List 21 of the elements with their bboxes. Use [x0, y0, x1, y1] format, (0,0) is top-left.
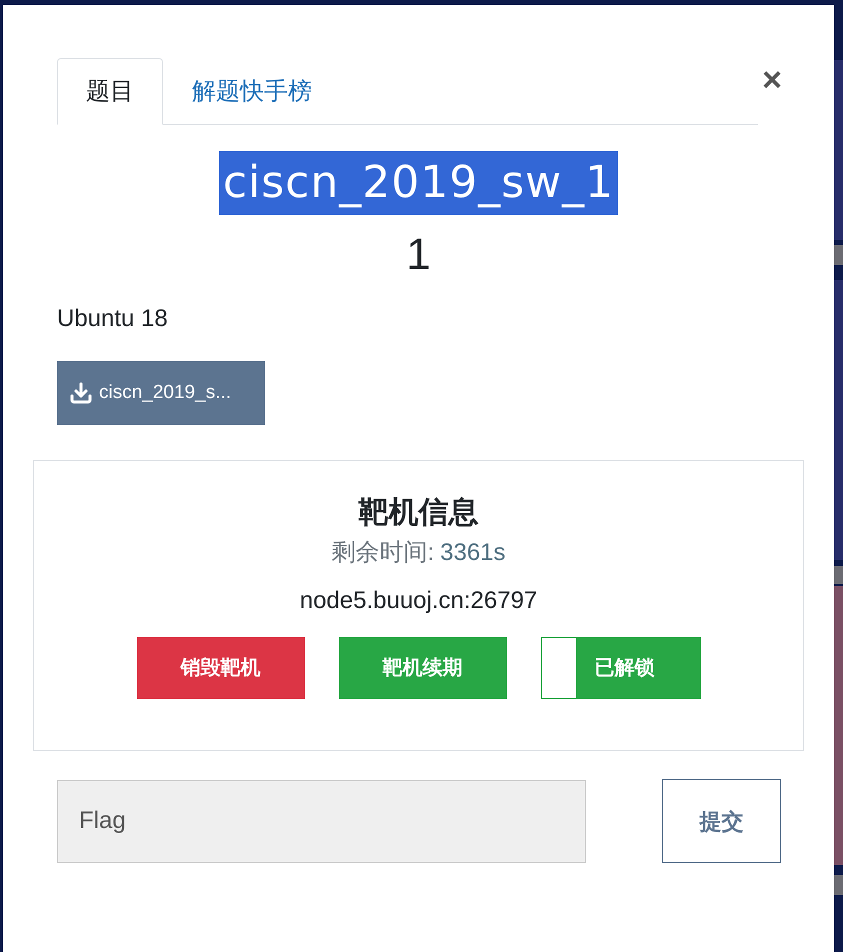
tab[interactable]: 解题快手榜 [163, 58, 341, 125]
challenge-title: ciscn_2019_sw_1 [218, 151, 618, 215]
renew-button[interactable]: 靶机续期 [338, 637, 506, 699]
submit-button[interactable]: 提交 [662, 779, 781, 863]
flag-input[interactable]: Flag [57, 780, 586, 862]
download-icon [69, 381, 93, 405]
time-value: 3361s [440, 538, 506, 568]
challenge-score: 1 [406, 229, 431, 281]
tab[interactable]: 题目 [57, 58, 163, 125]
background-card-footer [834, 245, 843, 265]
unlock-label: 已解锁 [594, 656, 654, 681]
time-label: 剩余时间: [331, 538, 434, 568]
unlock-progress-button[interactable]: 已解锁 [540, 637, 700, 699]
background-card-footer [834, 566, 843, 584]
destroy-button[interactable]: 销毁靶机 [136, 637, 304, 699]
download-button[interactable]: ciscn_2019_s... [57, 361, 265, 425]
target-address: node5.buuoj.cn:26797 [300, 586, 538, 616]
background-card-footer [834, 875, 843, 895]
challenge-description: Ubuntu 18 [57, 304, 169, 334]
close-button[interactable]: × [762, 63, 782, 97]
target-heading: 靶机信息 [358, 495, 478, 531]
